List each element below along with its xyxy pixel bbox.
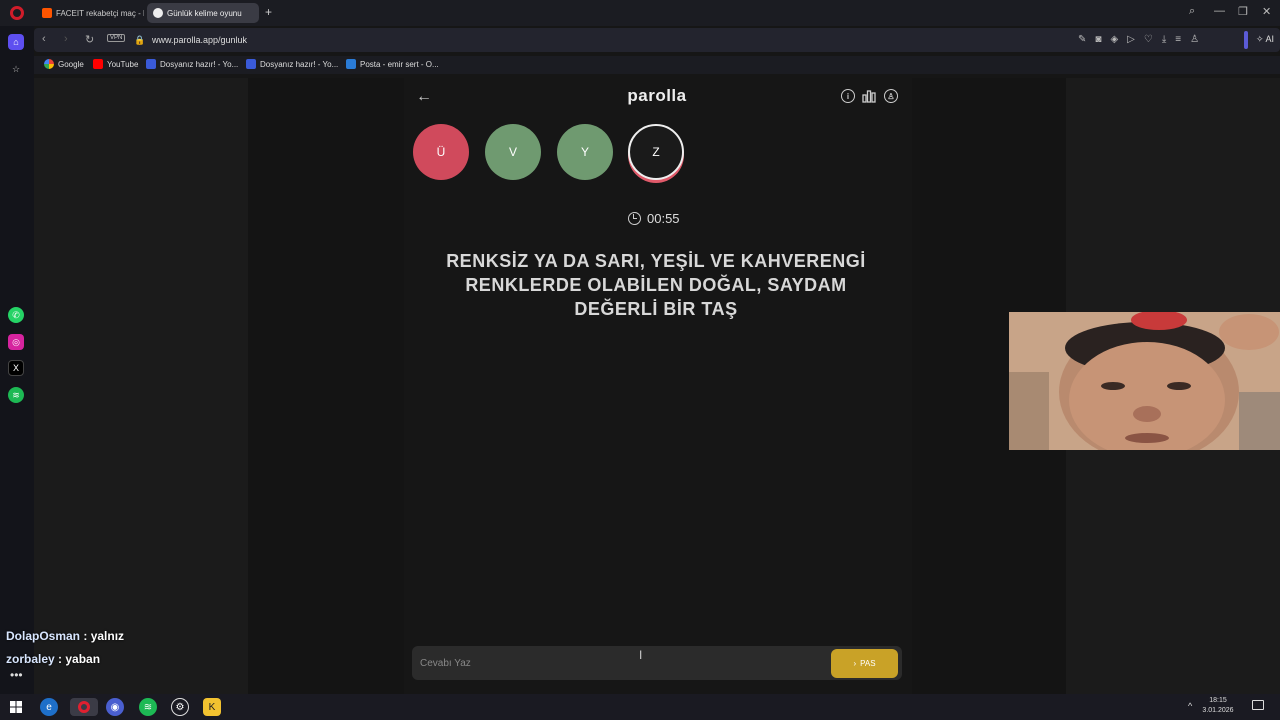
timer: 00:55	[628, 211, 680, 226]
tab-label: Günlük kelime oyunu	[167, 8, 242, 18]
ai-button[interactable]: ✧ AI	[1256, 34, 1274, 45]
pass-label: PAS	[860, 659, 876, 668]
heart-icon[interactable]: ♡	[1144, 34, 1153, 45]
bookmark-label: Dosyanız hazır! - Yo...	[160, 59, 239, 69]
new-tab-icon[interactable]: +	[265, 5, 272, 19]
google-icon	[44, 59, 54, 69]
divider	[1244, 31, 1248, 49]
timer-value: 00:55	[647, 211, 680, 226]
spotify-taskbar-icon[interactable]: ≋	[139, 698, 157, 716]
chat-text: yalnız	[90, 629, 125, 643]
back-nav-icon[interactable]: ‹	[42, 33, 46, 45]
bookmark-icon	[246, 59, 256, 69]
opera-taskbar-icon[interactable]	[70, 698, 98, 716]
letter-circle-wrong: Ü	[413, 124, 469, 180]
chevron-right-icon: ›	[853, 659, 857, 668]
profile-icon[interactable]: ♙	[1190, 34, 1199, 45]
search-tabs-icon[interactable]: ⌕	[1189, 5, 1195, 18]
shield-icon[interactable]: ◈	[1110, 34, 1118, 45]
tab-label: FACEIT rekabetçi maç - FA	[56, 8, 144, 18]
faceit-icon	[42, 8, 52, 18]
page-left-gutter	[34, 78, 248, 694]
text-cursor-icon: I	[639, 648, 643, 662]
letter-circle-correct: V	[485, 124, 541, 180]
restore-icon[interactable]: ❐	[1238, 5, 1248, 18]
whatsapp-icon[interactable]: ✆	[8, 307, 24, 323]
lock-icon[interactable]: 🔒	[134, 35, 145, 46]
youtube-icon	[93, 59, 103, 69]
edit-icon[interactable]: ✎	[1078, 34, 1086, 45]
tab-parolla[interactable]: Günlük kelime oyunu	[147, 3, 259, 23]
opera-logo-icon[interactable]	[10, 6, 24, 20]
chat-message: DolapOsman : yalnız	[6, 629, 125, 643]
play-icon[interactable]: ▷	[1127, 34, 1135, 45]
stats-icon[interactable]	[862, 89, 876, 103]
vpn-badge[interactable]: VPN	[107, 34, 126, 42]
taskbar	[0, 694, 1280, 720]
webcam-overlay	[1009, 312, 1280, 450]
user-icon[interactable]: ♙	[884, 89, 898, 103]
more-icon[interactable]: •••	[10, 668, 23, 682]
answer-input[interactable]	[420, 652, 820, 674]
bookmark-youtube[interactable]: YouTube	[93, 59, 138, 69]
minimize-icon[interactable]: —	[1214, 5, 1225, 17]
tab-faceit[interactable]: FACEIT rekabetçi maç - FA	[36, 3, 144, 23]
address-bar-actions: ✎ ◙ ◈ ▷ ♡ ⤓ ≡ ♙	[1078, 34, 1199, 45]
letter-label: Ü	[436, 145, 446, 159]
windows-start-icon[interactable]	[7, 698, 25, 716]
star-icon[interactable]: ☆	[8, 61, 24, 77]
clock-icon	[628, 212, 641, 225]
bookmark-dosyaniz-1[interactable]: Dosyanız hazır! - Yo...	[146, 59, 238, 69]
reload-icon[interactable]: ↻	[85, 33, 94, 46]
letter-label: Z	[652, 145, 660, 159]
close-icon[interactable]: ✕	[1262, 5, 1271, 18]
ai-label: AI	[1265, 34, 1275, 44]
chat-username: zorbaley	[6, 652, 55, 666]
clock-time-text: 18:15	[1209, 697, 1227, 704]
letter-circle-current: Z	[628, 124, 684, 180]
bookmark-label: Google	[58, 59, 84, 69]
download-icon[interactable]: ⤓	[1162, 34, 1166, 45]
forward-nav-icon[interactable]: ›	[64, 33, 68, 45]
pass-button[interactable]: › PAS	[831, 649, 898, 678]
url-field[interactable]: www.parolla.app/gunluk	[152, 35, 247, 45]
letter-label: V	[508, 145, 517, 159]
chat-username: DolapOsman	[6, 629, 81, 643]
letter-label: Y	[580, 145, 589, 159]
bookmark-dosyaniz-2[interactable]: Dosyanız hazır! - Yo...	[246, 59, 338, 69]
brand-title: parolla	[627, 86, 687, 105]
bookmark-label: Posta - emir sert - O...	[360, 59, 439, 69]
camera-icon[interactable]: ◙	[1095, 34, 1101, 45]
question-text: RENKSİZ YA DA SARI, YEŞİL VE KAHVERENGİ …	[446, 251, 866, 319]
page-mid-left	[248, 78, 404, 694]
menu-icon[interactable]: ≡	[1175, 34, 1181, 45]
home-icon[interactable]: ⌂	[8, 34, 24, 50]
bookmark-google[interactable]: Google	[44, 59, 84, 69]
edge-icon[interactable]: e	[40, 698, 58, 716]
clock-date-text: 3.01.2026	[1202, 707, 1234, 714]
x-icon[interactable]: X	[8, 360, 24, 376]
bookmark-posta[interactable]: Posta - emir sert - O...	[346, 59, 439, 69]
mail-icon	[346, 59, 356, 69]
bookmark-label: Dosyanız hazır! - Yo...	[260, 59, 339, 69]
tray-chevron-icon[interactable]: ^	[1188, 701, 1192, 711]
sparkle-icon: ✧	[1256, 34, 1264, 44]
taskbar-clock[interactable]: 18:15 3.01.2026	[1196, 696, 1240, 716]
notification-icon[interactable]	[1252, 700, 1264, 710]
app-taskbar-icon[interactable]: K	[203, 698, 221, 716]
bookmark-icon	[146, 59, 156, 69]
steam-icon[interactable]: ⚙	[171, 698, 189, 716]
spotify-icon[interactable]: ≋	[8, 387, 24, 403]
chat-text: yaban	[65, 652, 101, 666]
chrome-icon[interactable]: ◉	[106, 698, 124, 716]
parolla-icon	[153, 8, 163, 18]
instagram-icon[interactable]: ◎	[8, 334, 24, 350]
letter-circle-correct: Y	[557, 124, 613, 180]
chat-message: zorbaley : yaban	[6, 652, 101, 666]
back-arrow-icon[interactable]: ←	[416, 88, 432, 106]
info-icon[interactable]: i	[841, 89, 855, 103]
bookmark-label: YouTube	[107, 59, 139, 69]
